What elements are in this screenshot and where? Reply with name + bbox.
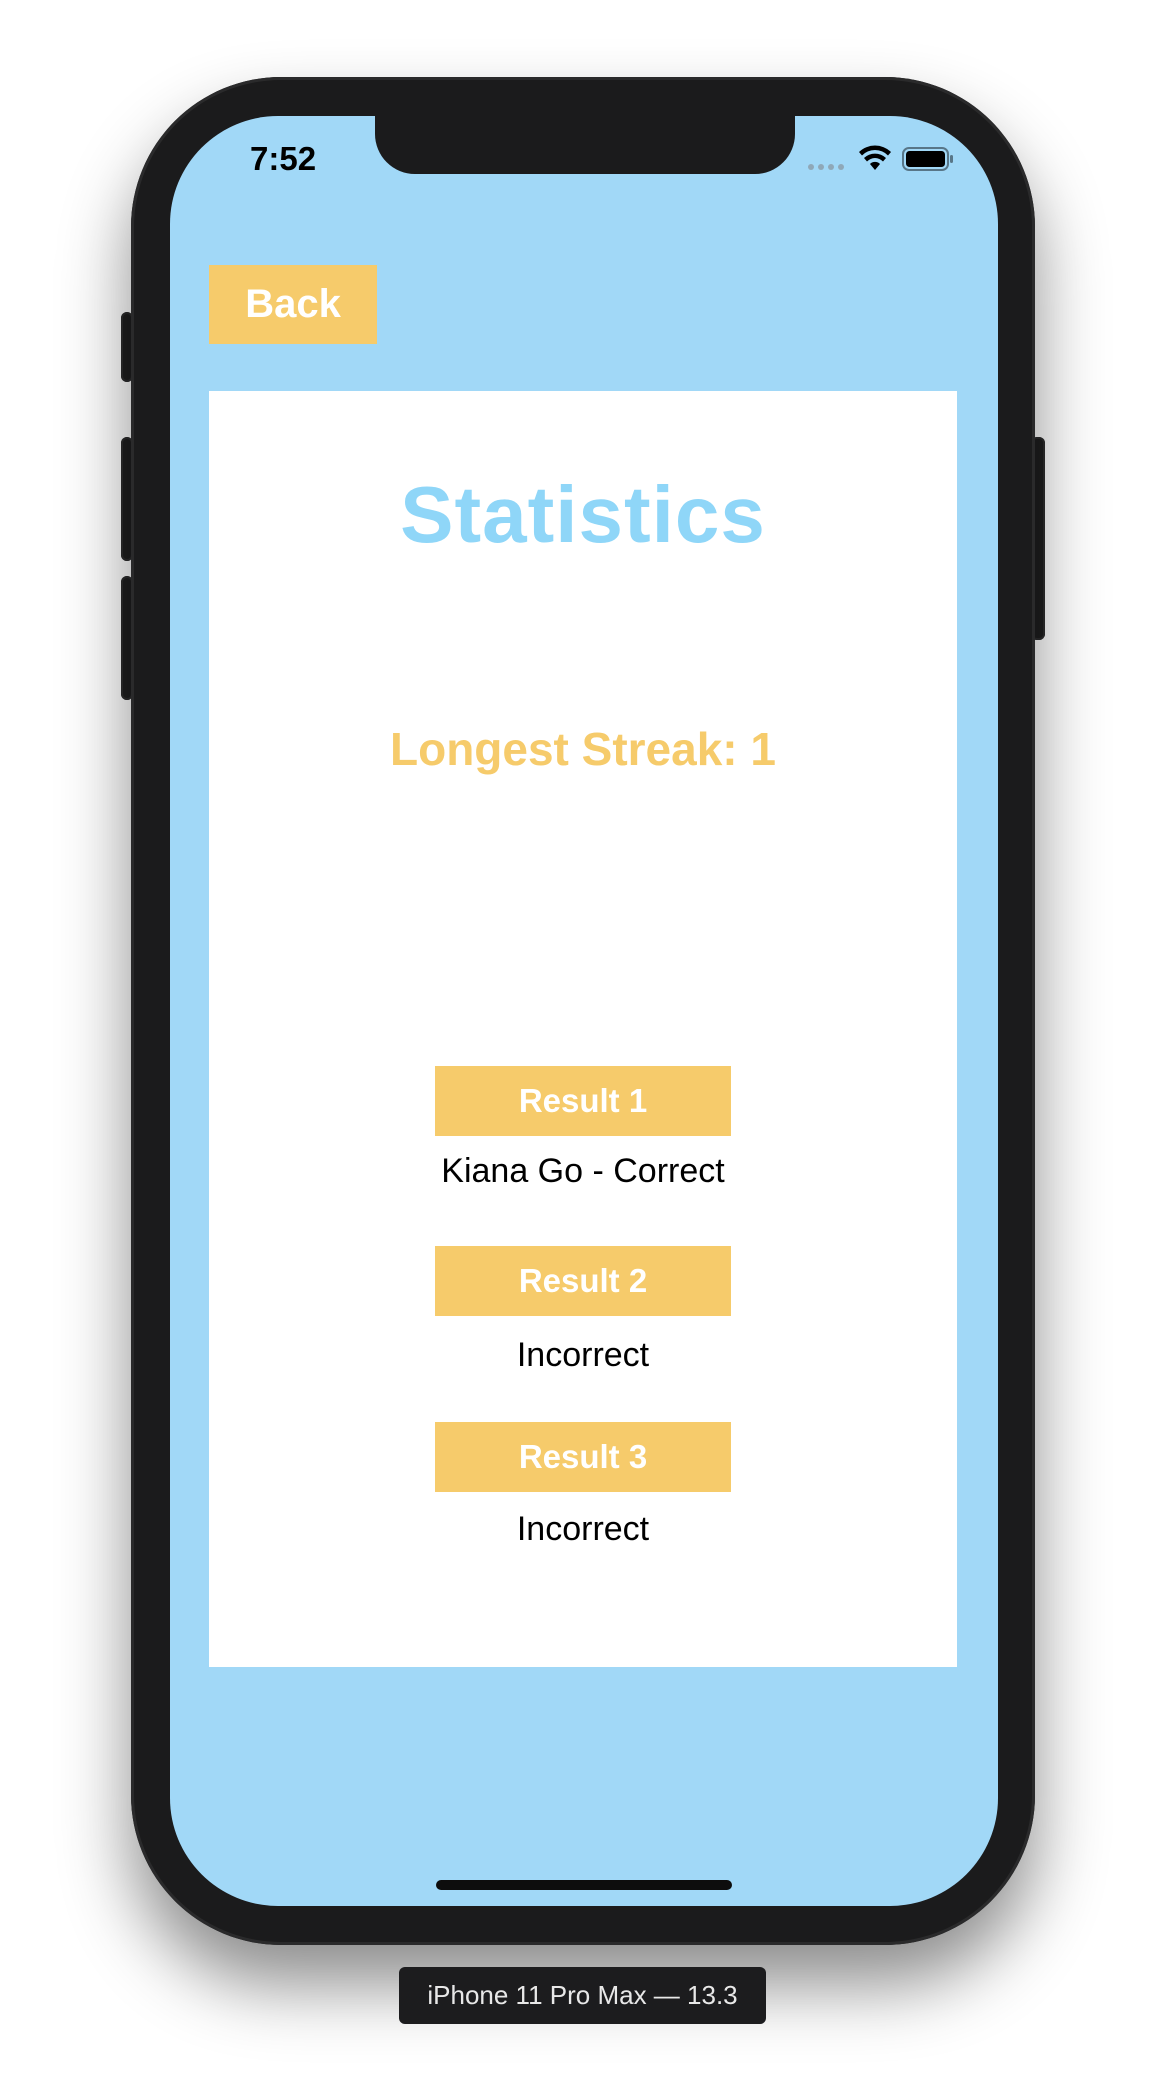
home-indicator[interactable] (436, 1880, 732, 1890)
longest-streak-label: Longest Streak: 1 (390, 723, 776, 775)
device-label: iPhone 11 Pro Max — 13.3 (399, 1967, 766, 2024)
notch (375, 116, 795, 174)
result-2-value: Incorrect (516, 1336, 650, 1374)
signal-dots-icon (808, 164, 844, 170)
result-1-button[interactable]: Result 1 (435, 1066, 731, 1136)
statistics-card: Statistics Longest Streak: 1 Result 1 Ki… (209, 391, 957, 1667)
page-title: Statistics (400, 470, 766, 559)
back-button[interactable]: Back (209, 265, 377, 344)
result-3-button[interactable]: Result 3 (435, 1422, 731, 1492)
simulator-stage: 7:52 Back Statistics Longest Streak: 1 R… (0, 0, 1168, 2096)
status-time: 7:52 (250, 140, 317, 177)
phone-screen: 7:52 Back Statistics Longest Streak: 1 R… (170, 116, 998, 1906)
wifi-icon (859, 145, 891, 170)
battery-icon (902, 147, 953, 171)
result-1-value: Kiana Go - Correct (441, 1152, 725, 1190)
result-2-button[interactable]: Result 2 (435, 1246, 731, 1316)
result-3-value: Incorrect (516, 1510, 650, 1548)
